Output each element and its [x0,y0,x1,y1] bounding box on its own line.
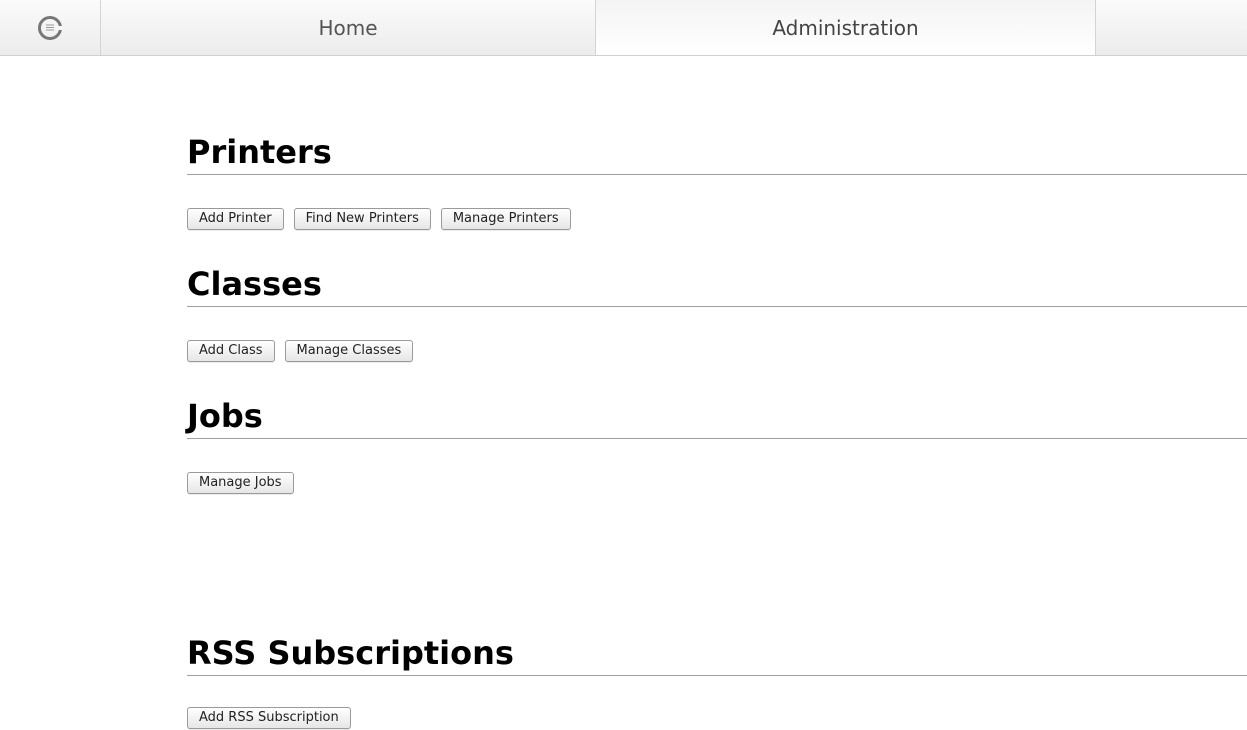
printers-button-row: Add Printer Find New Printers Manage Pri… [187,208,1247,230]
manage-classes-button[interactable]: Manage Classes [284,340,414,362]
jobs-button-row: Manage Jobs [187,472,1247,494]
cups-logo-icon [38,15,63,40]
top-navigation-bar: Home Administration [0,0,1247,56]
logo-tab[interactable] [0,0,101,55]
jobs-heading: Jobs [187,396,1247,439]
add-rss-subscription-button[interactable]: Add RSS Subscription [187,707,351,729]
classes-heading: Classes [187,264,1247,307]
rss-subscriptions-section: RSS Subscriptions Add RSS Subscription [187,633,1247,729]
printers-section: Printers Add Printer Find New Printers M… [187,132,1247,230]
printers-heading: Printers [187,132,1247,175]
tab-administration-label: Administration [772,15,919,40]
add-class-button[interactable]: Add Class [187,340,275,362]
classes-section: Classes Add Class Manage Classes [187,264,1247,362]
add-printer-button[interactable]: Add Printer [187,208,284,230]
tab-home-label: Home [318,15,378,40]
classes-button-row: Add Class Manage Classes [187,340,1247,362]
rss-subscriptions-heading: RSS Subscriptions [187,633,1247,676]
tab-home[interactable]: Home [101,0,596,55]
tab-bar-filler [1096,0,1247,55]
rss-button-row: Add RSS Subscription [187,707,1247,729]
tab-administration[interactable]: Administration [596,0,1096,55]
manage-printers-button[interactable]: Manage Printers [440,208,571,230]
find-new-printers-button[interactable]: Find New Printers [293,208,431,230]
jobs-section: Jobs Manage Jobs [187,396,1247,494]
manage-jobs-button[interactable]: Manage Jobs [187,472,294,494]
